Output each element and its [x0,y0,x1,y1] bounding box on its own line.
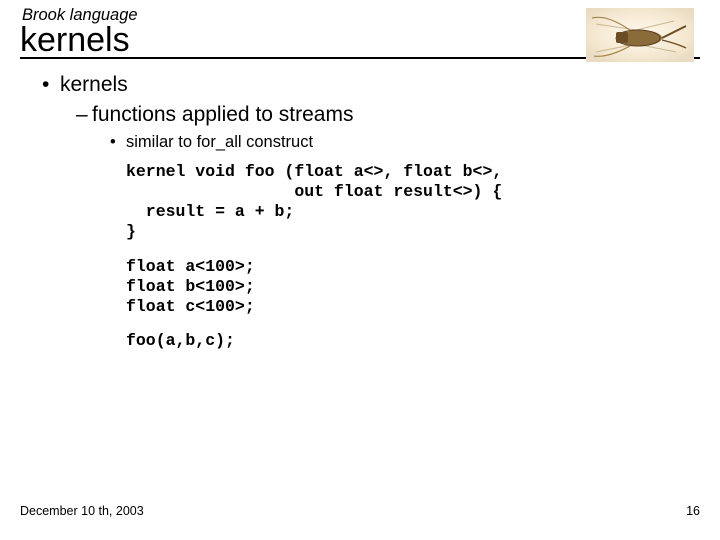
footer-page-number: 16 [686,504,700,518]
fly-logo-image [586,8,694,62]
bullet-text: functions applied to streams [92,103,353,126]
footer-date: December 10 th, 2003 [20,504,144,518]
bullet-level-3: •similar to for_all construct [110,133,700,152]
bullet-marker: • [42,73,60,97]
code-block-declarations: float a<100>; float b<100>; float c<100>… [126,257,700,317]
code-block-kernel-def: kernel void foo (float a<>, float b<>, o… [126,162,700,243]
bullet-text: kernels [60,73,128,96]
bullet-level-1: •kernels [42,73,700,97]
content-body: •kernels –functions applied to streams •… [42,73,700,351]
code-block-call: foo(a,b,c); [126,331,700,351]
bullet-level-2: –functions applied to streams [76,103,700,127]
bullet-text: similar to for_all construct [126,133,313,151]
slide: Brook language kernels [0,0,720,540]
heading-block: Brook language kernels [20,6,700,59]
bullet-marker: • [110,133,126,152]
dash-marker: – [76,103,92,127]
